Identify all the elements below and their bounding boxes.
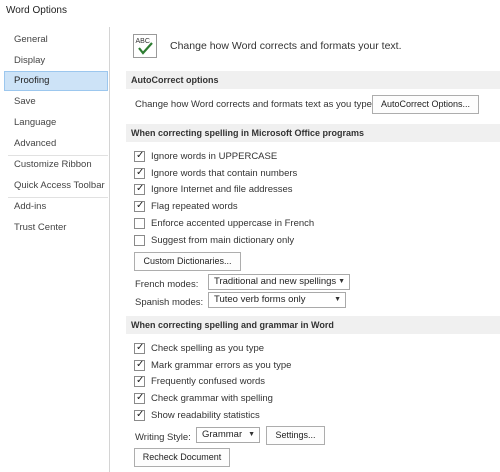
french-modes-dropdown[interactable]: Traditional and new spellings ▼: [208, 274, 350, 290]
option-label: Show readability statistics: [151, 410, 260, 421]
nav-item-advanced[interactable]: Advanced: [4, 134, 108, 154]
checkbox[interactable]: [134, 235, 145, 246]
checkbox[interactable]: ✓: [134, 167, 145, 179]
option-label: Ignore words in UPPERCASE: [151, 151, 278, 162]
checkbox[interactable]: ✓: [134, 183, 145, 195]
nav-item-general[interactable]: General: [4, 30, 108, 50]
dropdown-arrow-icon: ▼: [338, 278, 345, 285]
dropdown-value: Grammar: [202, 429, 243, 440]
check-icon: ✓: [136, 375, 145, 386]
check-icon: ✓: [136, 183, 145, 194]
nav-item-trust-center[interactable]: Trust Center: [4, 218, 108, 238]
spanish-modes-label: Spanish modes:: [135, 297, 204, 308]
check-icon: ✓: [136, 342, 145, 353]
checkbox[interactable]: [134, 218, 145, 229]
section-autocorrect-title: AutoCorrect options: [126, 71, 500, 89]
checkbox[interactable]: ✓: [134, 409, 145, 421]
writing-style-label: Writing Style:: [135, 432, 191, 443]
option-label: Suggest from main dictionary only: [151, 235, 295, 246]
nav-item-save[interactable]: Save: [4, 92, 108, 112]
nav-item-language[interactable]: Language: [4, 113, 108, 133]
option-label: Check spelling as you type: [151, 343, 265, 354]
checkbox[interactable]: ✓: [134, 342, 145, 354]
option-label: Enforce accented uppercase in French: [151, 218, 315, 229]
check-icon: ✓: [136, 359, 145, 370]
checkbox[interactable]: ✓: [134, 392, 145, 404]
option-label: Flag repeated words: [151, 201, 238, 212]
checkbox[interactable]: ✓: [134, 359, 145, 371]
dropdown-arrow-icon: ▼: [334, 296, 341, 303]
dropdown-value: Tuteo verb forms only: [214, 294, 306, 305]
nav-item-add-ins[interactable]: Add-ins: [4, 197, 108, 217]
nav-item-display[interactable]: Display: [4, 51, 108, 71]
section-spelling-office-title: When correcting spelling in Microsoft Of…: [126, 124, 500, 142]
nav-item-proofing[interactable]: Proofing: [4, 71, 108, 91]
writing-style-dropdown[interactable]: Grammar ▼: [196, 427, 260, 443]
settings-button[interactable]: Settings...: [266, 426, 325, 445]
option-label: Frequently confused words: [151, 376, 266, 387]
autocorrect-options-button[interactable]: AutoCorrect Options...: [372, 95, 479, 114]
panel-header-text: Change how Word corrects and formats you…: [170, 40, 402, 52]
check-icon: ✓: [136, 200, 145, 211]
checkbox[interactable]: ✓: [134, 200, 145, 212]
abc-icon-text: ABC: [136, 38, 150, 45]
proofing-panel: ABC Change how Word corrects and formats…: [122, 27, 500, 472]
abc-check-icon: ABC: [133, 34, 157, 58]
dropdown-arrow-icon: ▼: [248, 431, 255, 438]
check-icon: ✓: [136, 150, 145, 161]
window-title: Word Options: [6, 5, 67, 16]
check-icon: ✓: [136, 167, 145, 178]
dropdown-value: Traditional and new spellings: [214, 276, 337, 287]
custom-dictionaries-button[interactable]: Custom Dictionaries...: [134, 252, 241, 271]
option-label: Check grammar with spelling: [151, 393, 273, 404]
nav-item-customize-ribbon[interactable]: Customize Ribbon: [4, 155, 108, 175]
section-spelling-word-title: When correcting spelling and grammar in …: [126, 316, 500, 334]
option-label: Ignore Internet and file addresses: [151, 184, 293, 195]
option-label: Ignore words that contain numbers: [151, 168, 298, 179]
checkbox[interactable]: ✓: [134, 150, 145, 162]
check-icon: ✓: [136, 409, 145, 420]
check-icon: ✓: [136, 392, 145, 403]
spanish-modes-dropdown[interactable]: Tuteo verb forms only ▼: [208, 292, 346, 308]
autocorrect-description: Change how Word corrects and formats tex…: [135, 99, 375, 110]
french-modes-label: French modes:: [135, 279, 199, 290]
nav-item-quick-access-toolbar[interactable]: Quick Access Toolbar: [4, 176, 108, 196]
recheck-document-button[interactable]: Recheck Document: [134, 448, 230, 467]
option-label: Mark grammar errors as you type: [151, 360, 292, 371]
checkbox[interactable]: ✓: [134, 375, 145, 387]
title-bar: Word Options: [0, 0, 500, 22]
category-nav: General Display Proofing Save Language A…: [4, 27, 110, 472]
